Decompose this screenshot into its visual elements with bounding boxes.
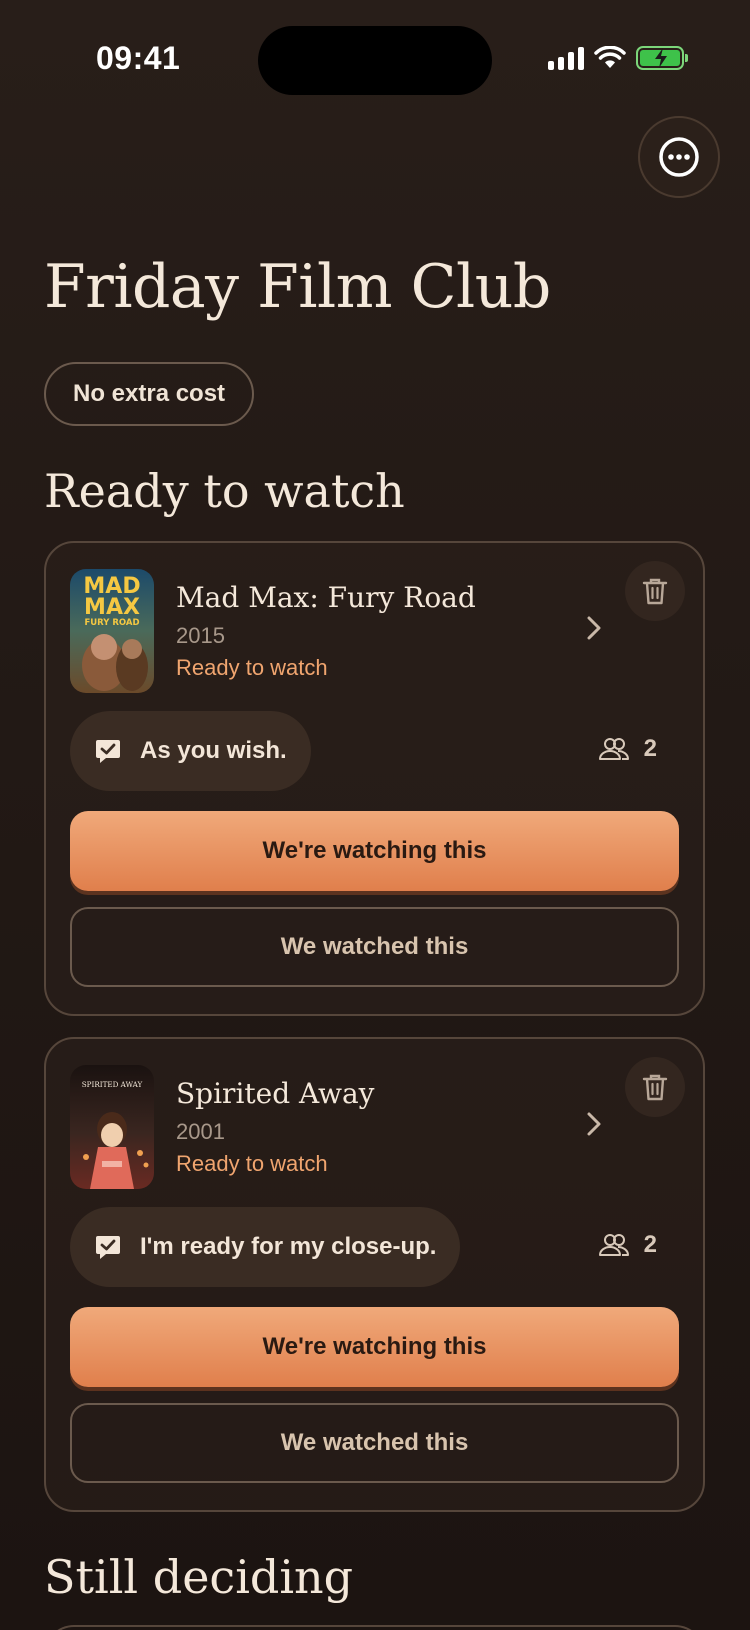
watched-this-button[interactable]: We watched this [70, 1403, 679, 1483]
member-count: 2 [598, 1231, 657, 1259]
movie-status: Ready to watch [176, 1151, 328, 1176]
cellular-signal-icon [548, 46, 584, 70]
member-count-value: 2 [643, 735, 657, 762]
dynamic-island [258, 26, 492, 95]
watching-this-button[interactable]: We're watching this [70, 1307, 679, 1387]
ellipsis-circle-icon [659, 137, 699, 177]
quote-pill[interactable]: I'm ready for my close-up. [70, 1207, 461, 1287]
member-count: 2 [598, 735, 657, 763]
movie-title[interactable]: Spirited Away [176, 1077, 375, 1110]
next-card-peek [44, 1625, 705, 1630]
watched-this-button[interactable]: We watched this [70, 907, 679, 987]
section-title-deciding: Still deciding [44, 1550, 354, 1604]
people-icon [598, 738, 629, 760]
poster-title-line3: FURY ROAD [84, 618, 139, 628]
wifi-icon [594, 46, 626, 68]
section-title-ready: Ready to watch [44, 464, 405, 518]
chevron-right-icon[interactable] [586, 615, 602, 641]
more-options-button[interactable] [638, 116, 720, 198]
cost-pill-label: No extra cost [73, 380, 226, 407]
movie-year: 2015 [176, 623, 225, 648]
people-icon [598, 1234, 629, 1256]
trash-icon [642, 578, 668, 605]
poster-title-line1: SPIRITED AWAY [82, 1080, 143, 1089]
movie-status: Ready to watch [176, 655, 328, 680]
movie-poster[interactable]: SPIRITED AWAY [70, 1065, 154, 1189]
checked-message-icon [96, 1236, 120, 1259]
chevron-right-icon[interactable] [586, 1111, 602, 1137]
status-time: 09:41 [96, 40, 181, 76]
checked-message-icon [96, 740, 120, 763]
trash-icon [642, 1074, 668, 1101]
delete-button[interactable] [625, 561, 685, 621]
quote-pill[interactable]: As you wish. [70, 711, 311, 791]
movie-poster[interactable]: MAD MAX FURY ROAD [70, 569, 154, 693]
movie-card: MAD MAX FURY ROAD Mad Max: Fury Road 201… [44, 541, 705, 1016]
status-icons [548, 44, 688, 72]
poster-title-line2: MAX [84, 595, 140, 620]
quote-text: As you wish. [140, 737, 287, 764]
battery-charging-icon [636, 46, 688, 70]
movie-card: SPIRITED AWAY Spirited Away 2001 Ready t… [44, 1037, 705, 1512]
watching-this-button[interactable]: We're watching this [70, 811, 679, 891]
member-count-value: 2 [643, 1231, 657, 1258]
movie-year: 2001 [176, 1119, 225, 1144]
page-title: Friday Film Club [44, 252, 551, 322]
delete-button[interactable] [625, 1057, 685, 1117]
movie-title[interactable]: Mad Max: Fury Road [176, 581, 476, 614]
quote-text: I'm ready for my close-up. [140, 1233, 437, 1260]
cost-filter-pill[interactable]: No extra cost [44, 362, 255, 426]
